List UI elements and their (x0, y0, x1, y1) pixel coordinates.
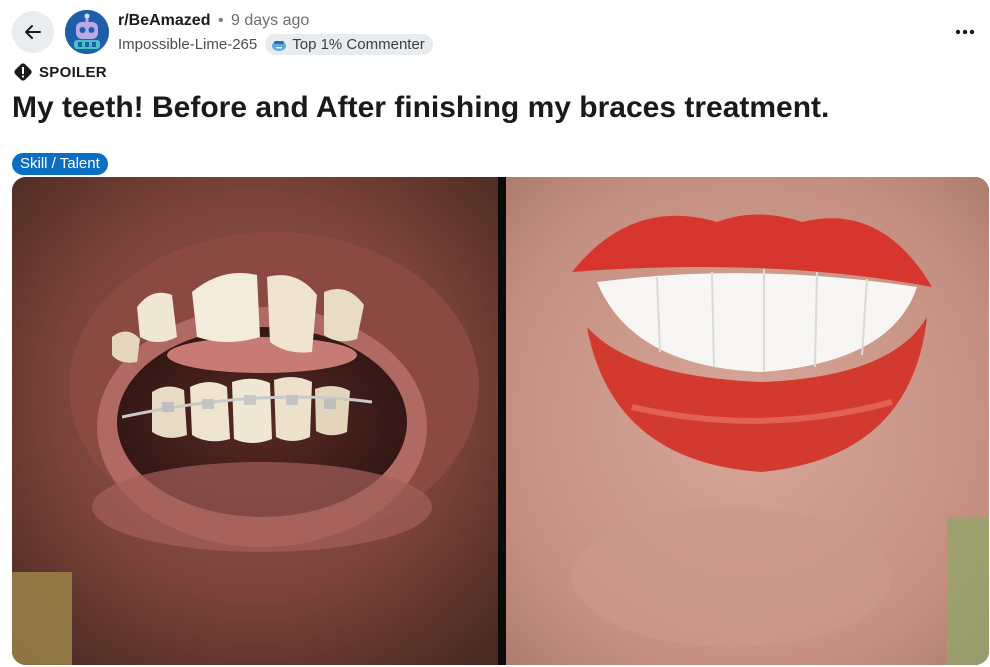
subreddit-robot-icon (65, 10, 109, 54)
post-flair-tag[interactable]: Skill / Talent (12, 153, 108, 175)
post-meta: r/BeAmazed • 9 days ago (118, 12, 309, 30)
meta-separator: • (217, 12, 224, 29)
arrow-left-icon (25, 25, 41, 39)
commenter-badge-icon (272, 40, 287, 51)
author-flair-badge: Top 1% Commenter (265, 34, 433, 55)
before-after-teeth-photo (12, 177, 989, 665)
more-options-button[interactable] (950, 20, 980, 44)
author-flair-label: Top 1% Commenter (292, 36, 425, 53)
post-timestamp: 9 days ago (231, 12, 310, 29)
post-title[interactable]: My teeth! Before and After finishing my … (12, 91, 829, 125)
alert-icon (14, 63, 32, 81)
back-button[interactable] (12, 11, 54, 53)
spoiler-label: SPOILER (39, 63, 107, 81)
author-row: Impossible-Lime-265 Top 1% Commenter (118, 34, 433, 55)
before-panel (12, 177, 498, 665)
subreddit-avatar[interactable] (65, 10, 109, 54)
post-image[interactable] (12, 177, 989, 665)
author-link[interactable]: Impossible-Lime-265 (118, 36, 257, 53)
spoiler-badge: SPOILER (13, 62, 107, 82)
more-horizontal-icon (955, 29, 975, 35)
subreddit-link[interactable]: r/BeAmazed (118, 12, 210, 29)
after-panel (506, 177, 989, 665)
